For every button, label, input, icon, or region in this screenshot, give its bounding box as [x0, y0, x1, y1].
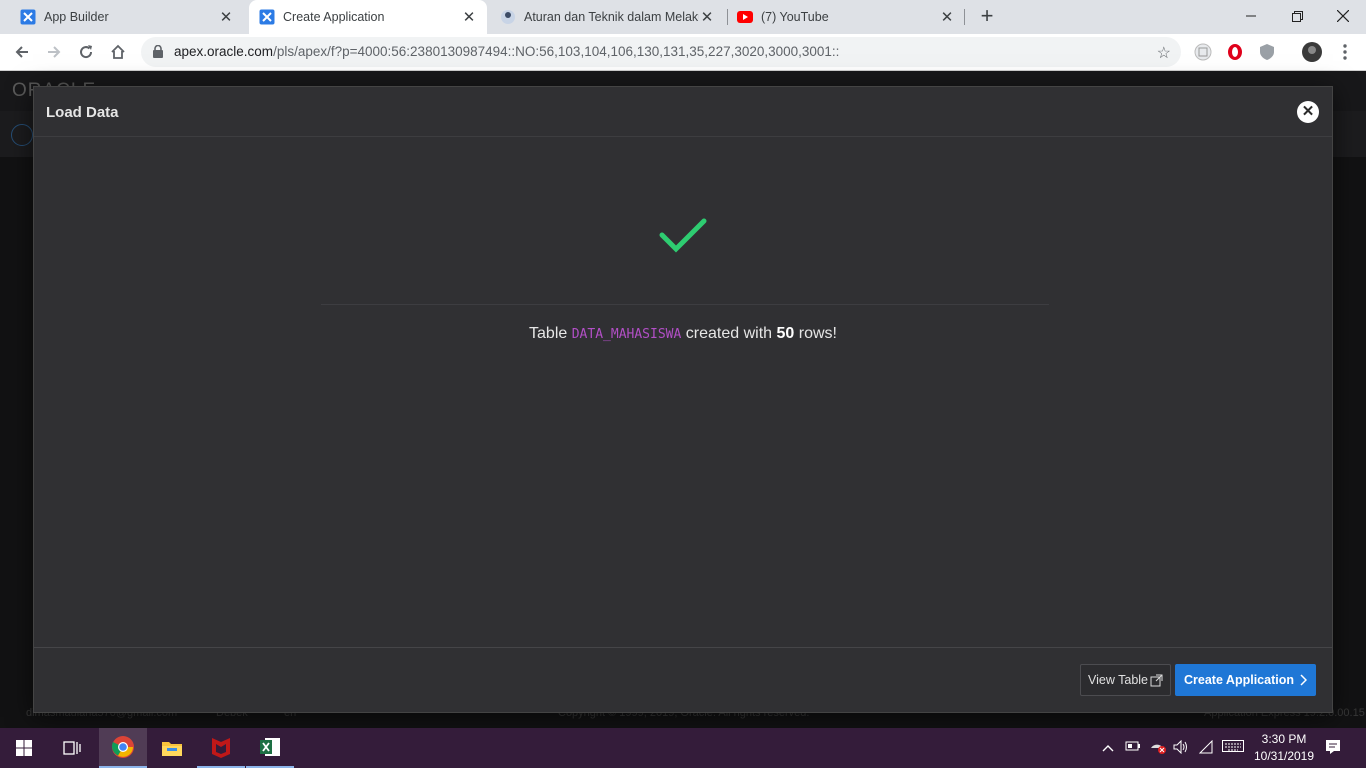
- excel-icon[interactable]: [246, 728, 294, 768]
- forward-button[interactable]: [41, 39, 67, 65]
- chrome-taskbar-icon[interactable]: [99, 728, 147, 768]
- view-table-button[interactable]: View Table: [1080, 664, 1171, 696]
- message-suffix: rows!: [798, 325, 837, 342]
- back-button[interactable]: [9, 39, 35, 65]
- load-data-dialog: Load Data ✕ Table DATA_MAHASISWA created…: [33, 86, 1333, 713]
- task-view-icon[interactable]: [48, 728, 96, 768]
- table-name: DATA_MAHASISWA: [571, 327, 682, 342]
- youtube-icon: [737, 9, 753, 25]
- taskbar-clock[interactable]: 3:30 PM 10/31/2019: [1251, 731, 1317, 765]
- row-count: 50: [776, 325, 795, 342]
- action-center-icon[interactable]: [1325, 739, 1341, 758]
- tab-title: Create Application: [283, 10, 385, 24]
- message-middle: created with: [685, 325, 773, 342]
- opera-extension-icon[interactable]: [1226, 43, 1244, 61]
- divider: [321, 304, 1049, 305]
- tab-youtube[interactable]: (7) YouTube ✕: [729, 0, 965, 34]
- tab-separator: [964, 9, 965, 25]
- close-tab-icon[interactable]: ✕: [218, 9, 234, 26]
- dialog-header: Load Data ✕: [34, 87, 1332, 137]
- checkmark-icon: [659, 217, 707, 260]
- external-link-icon: [1150, 674, 1163, 686]
- lock-icon: [153, 44, 163, 63]
- dialog-title: Load Data: [46, 104, 119, 121]
- tab-aturan[interactable]: Aturan dan Teknik dalam Melaku ✕: [490, 0, 725, 34]
- show-hidden-icons[interactable]: [1102, 740, 1114, 755]
- close-tab-icon[interactable]: ✕: [461, 9, 477, 26]
- create-application-label: Create Application: [1184, 673, 1294, 687]
- close-tab-icon[interactable]: ✕: [939, 9, 955, 26]
- message-prefix: Table: [529, 325, 568, 342]
- url-host: apex.oracle.com: [174, 44, 274, 59]
- new-tab-button[interactable]: +: [976, 5, 998, 28]
- avatar-icon: [500, 9, 516, 25]
- menu-icon[interactable]: [1332, 39, 1358, 65]
- bookmark-star-icon[interactable]: ☆: [1157, 43, 1171, 63]
- tab-create-application[interactable]: Create Application ✕: [249, 0, 487, 34]
- file-explorer-icon[interactable]: [148, 728, 196, 768]
- profile-avatar[interactable]: [1302, 42, 1322, 62]
- browser-toolbar: apex.oracle.com/pls/apex/f?p=4000:56:238…: [0, 34, 1366, 71]
- url-path: /pls/apex/f?p=4000:56:2380130987494::NO:…: [273, 44, 840, 59]
- keyboard-icon[interactable]: [1222, 740, 1244, 755]
- dialog-footer: View Table Create Application: [34, 647, 1332, 713]
- tab-separator: [727, 9, 728, 25]
- volume-icon[interactable]: [1173, 739, 1189, 757]
- home-button[interactable]: [105, 39, 131, 65]
- clock-date: 10/31/2019: [1253, 749, 1315, 763]
- apex-icon: [20, 9, 36, 25]
- restore-button[interactable]: [1274, 0, 1320, 32]
- close-dialog-button[interactable]: ✕: [1297, 101, 1319, 123]
- reload-button[interactable]: [73, 39, 99, 65]
- windows-start-icon[interactable]: [0, 728, 48, 768]
- battery-icon[interactable]: [1125, 740, 1141, 755]
- tab-title: App Builder: [44, 10, 109, 24]
- tab-app-builder[interactable]: App Builder ✕: [0, 0, 244, 34]
- mcafee-icon[interactable]: [197, 728, 245, 768]
- close-window-button[interactable]: [1320, 0, 1366, 32]
- url-text: apex.oracle.com/pls/apex/f?p=4000:56:238…: [174, 44, 839, 59]
- chevron-right-icon: [1300, 674, 1307, 686]
- tab-title: (7) YouTube: [761, 10, 829, 24]
- network-warning-icon[interactable]: [1149, 740, 1167, 757]
- view-table-label: View Table: [1088, 673, 1148, 687]
- tab-title: Aturan dan Teknik dalam Melaku: [524, 10, 699, 24]
- create-application-button[interactable]: Create Application: [1175, 664, 1316, 696]
- windows-taskbar: 3:30 PM 10/31/2019: [0, 728, 1366, 768]
- extension-icon[interactable]: [1194, 43, 1212, 61]
- apex-icon: [259, 9, 275, 25]
- address-bar[interactable]: apex.oracle.com/pls/apex/f?p=4000:56:238…: [141, 37, 1181, 67]
- browser-tabstrip: App Builder ✕ Create Application ✕ Atura…: [0, 0, 1366, 34]
- success-message: Table DATA_MAHASISWA created with 50 row…: [34, 325, 1332, 343]
- wifi-icon[interactable]: [1198, 739, 1213, 757]
- minimize-button[interactable]: [1228, 0, 1274, 32]
- clock-time: 3:30 PM: [1261, 732, 1307, 746]
- close-tab-icon[interactable]: ✕: [699, 9, 715, 26]
- shield-extension-icon[interactable]: [1258, 43, 1276, 61]
